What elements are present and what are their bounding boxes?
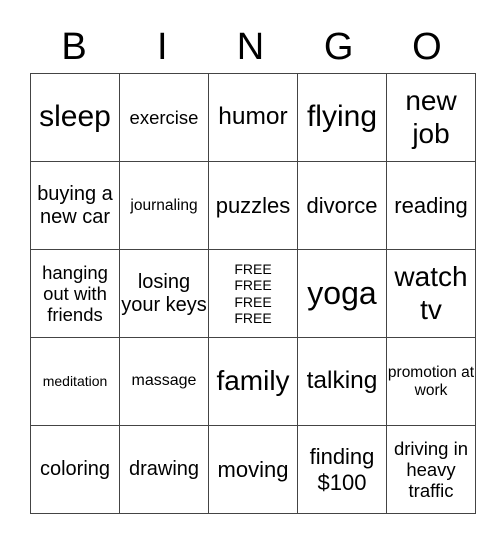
bingo-cell: divorce: [297, 161, 387, 250]
free-space: FREE FREE FREE FREE: [208, 249, 298, 338]
bingo-cell: yoga: [297, 249, 387, 338]
bingo-cell: finding $100: [297, 425, 387, 514]
bingo-cell: talking: [297, 337, 387, 426]
bingo-row: meditation massage family talking promot…: [30, 337, 476, 426]
bingo-row: hanging out with friends losing your key…: [30, 249, 476, 338]
header-letter-g: G: [323, 26, 354, 68]
bingo-cell: reading: [386, 161, 476, 250]
bingo-cell: coloring: [30, 425, 120, 514]
bingo-cell: massage: [119, 337, 209, 426]
bingo-header: B I N G O: [30, 22, 471, 72]
bingo-cell: family: [208, 337, 298, 426]
bingo-cell: watch tv: [386, 249, 476, 338]
bingo-cell: puzzles: [208, 161, 298, 250]
header-letter-i: I: [157, 26, 168, 68]
header-letter-b: B: [61, 26, 87, 68]
bingo-cell: journaling: [119, 161, 209, 250]
bingo-cell: meditation: [30, 337, 120, 426]
bingo-cell: flying: [297, 73, 387, 162]
bingo-cell: humor: [208, 73, 298, 162]
bingo-cell: losing your keys: [119, 249, 209, 338]
bingo-cell: promotion at work: [386, 337, 476, 426]
bingo-cell: drawing: [119, 425, 209, 514]
bingo-cell: buying a new car: [30, 161, 120, 250]
bingo-cell: sleep: [30, 73, 120, 162]
header-letter-o: O: [412, 26, 442, 68]
bingo-cell: new job: [386, 73, 476, 162]
bingo-cell: driving in heavy traffic: [386, 425, 476, 514]
bingo-row: buying a new car journaling puzzles divo…: [30, 161, 476, 250]
bingo-row: coloring drawing moving finding $100 dri…: [30, 425, 476, 514]
bingo-row: sleep exercise humor flying new job: [30, 73, 476, 162]
header-letter-n: N: [236, 26, 265, 68]
bingo-card: sleep exercise humor flying new job buyi…: [30, 73, 476, 514]
bingo-cell: exercise: [119, 73, 209, 162]
bingo-cell: moving: [208, 425, 298, 514]
bingo-cell: hanging out with friends: [30, 249, 120, 338]
